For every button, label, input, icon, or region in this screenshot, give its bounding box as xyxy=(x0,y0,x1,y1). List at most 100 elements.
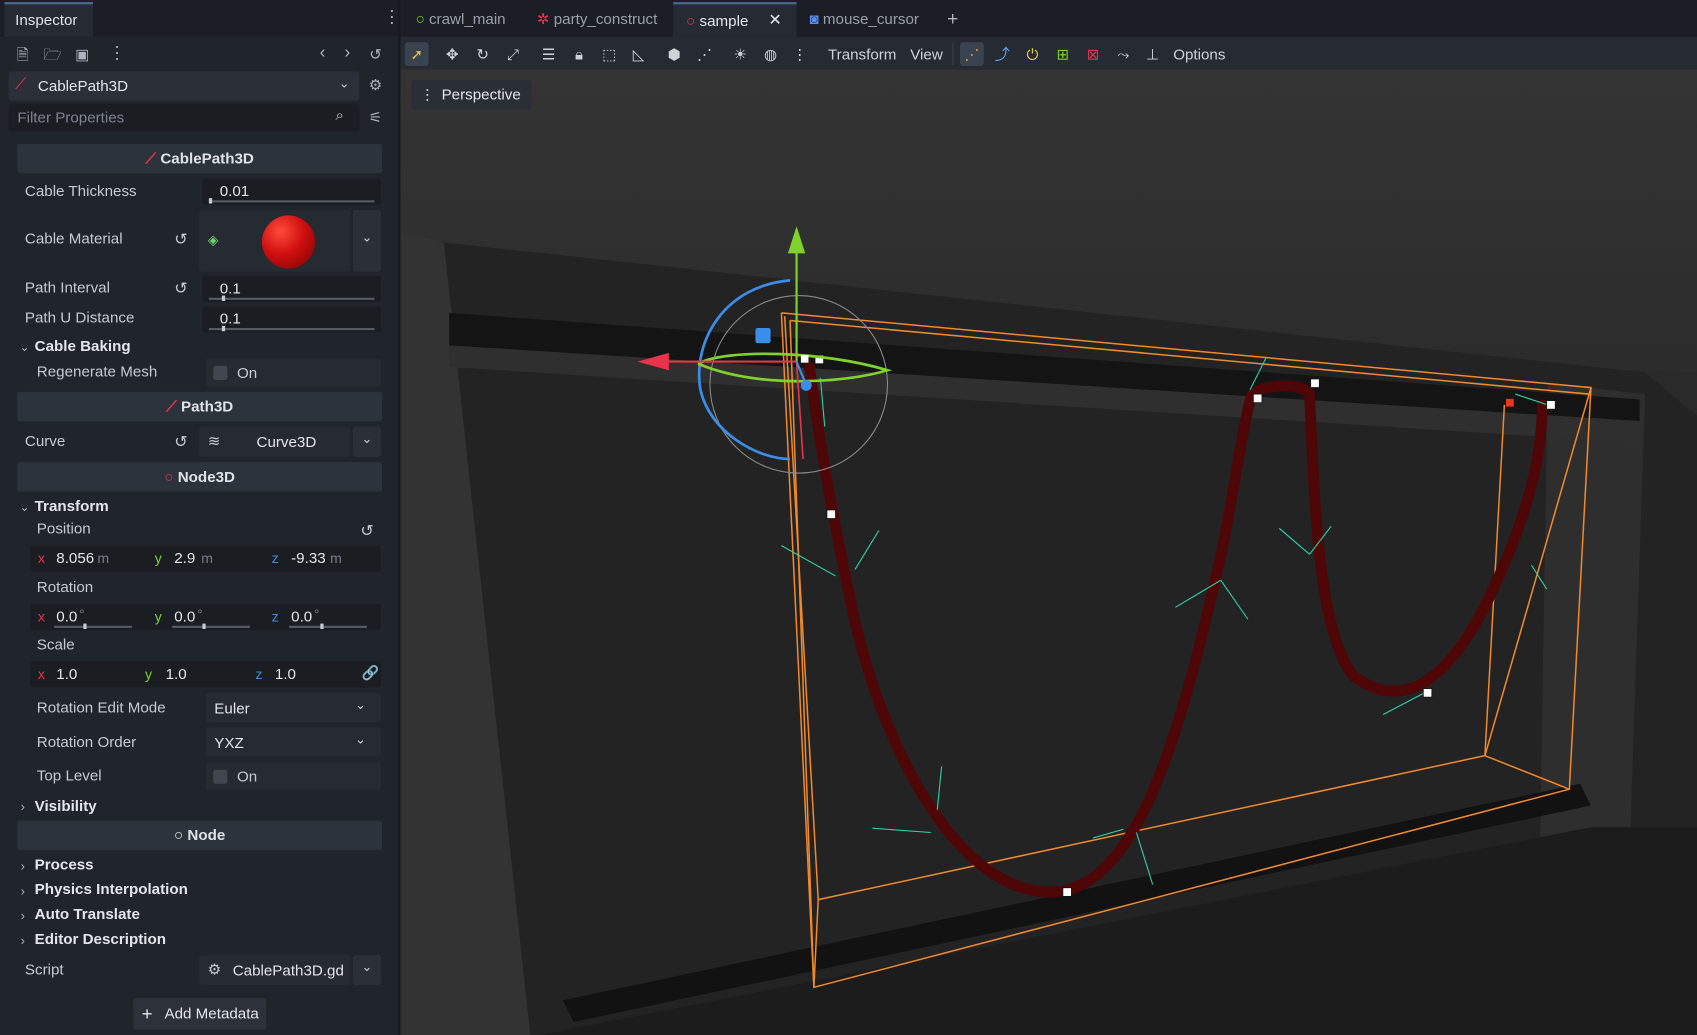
3d-viewport[interactable]: ⋮ Perspective xyxy=(400,69,1697,1035)
close-icon[interactable]: ✕ xyxy=(768,4,782,36)
toolbar-menu-icon[interactable]: ⋮ xyxy=(788,42,812,66)
chevron-right-icon[interactable]: › xyxy=(21,908,25,923)
scene-tab-mouse-cursor[interactable]: ◙ mouse_cursor xyxy=(801,2,931,37)
scale-tool-icon[interactable]: ⤢ xyxy=(501,42,525,66)
curve-point[interactable] xyxy=(1310,378,1320,389)
sun-icon[interactable]: ☀ xyxy=(728,42,752,66)
group-visibility[interactable]: Visibility xyxy=(35,797,97,814)
node-selector-dropdown[interactable]: ⟋ CablePath3D ⌄ xyxy=(8,71,360,101)
rotation-edit-mode-dropdown[interactable]: Euler ⌄ xyxy=(205,692,381,723)
position-y-value[interactable]: 2.9 xyxy=(174,549,195,566)
gizmo-origin-point[interactable] xyxy=(800,355,809,363)
path-interval-field[interactable]: 0.1 xyxy=(202,276,381,303)
delete-point-icon[interactable]: ⊠ xyxy=(1081,42,1105,66)
group-process[interactable]: Process xyxy=(35,855,94,872)
gizmo-z-handle[interactable] xyxy=(800,379,812,391)
scale-x-value[interactable]: 1.0 xyxy=(56,665,77,682)
object-properties-icon[interactable]: ⚙ xyxy=(366,76,385,93)
chevron-right-icon[interactable]: › xyxy=(21,799,25,814)
select-control-points-icon[interactable]: ⤴ xyxy=(990,42,1014,66)
script-resource-button[interactable]: ⚙ CablePath3D.gd xyxy=(199,954,351,986)
rotation-z-value[interactable]: 0.0 xyxy=(291,607,312,624)
position-z-value[interactable]: -9.33 xyxy=(291,549,326,566)
regenerate-mesh-toggle[interactable]: On xyxy=(205,358,381,387)
environment-icon[interactable]: ◍ xyxy=(759,42,783,66)
history-icon[interactable]: ↺ xyxy=(367,45,384,62)
section-node[interactable]: ○ Node xyxy=(17,820,383,850)
slider-grabber[interactable] xyxy=(221,295,226,301)
select-points-icon[interactable]: ⋰ xyxy=(960,42,984,67)
chevron-right-icon[interactable]: › xyxy=(21,933,25,948)
open-folder-icon[interactable]: 🗁 xyxy=(43,45,62,62)
rotation-y-value[interactable]: 0.0 xyxy=(174,607,195,624)
resource-menu-icon[interactable]: ⋮ xyxy=(108,45,125,62)
add-scene-tab-icon[interactable]: + xyxy=(947,2,971,37)
chevron-down-icon[interactable]: ⌄ xyxy=(19,500,29,514)
position-x-value[interactable]: 8.056 xyxy=(56,549,94,566)
section-path3d[interactable]: ⟋ Path3D xyxy=(17,391,383,422)
group-editor-description[interactable]: Editor Description xyxy=(35,930,166,947)
revert-icon[interactable]: ↺ xyxy=(174,230,188,249)
position-vector-field[interactable]: x 8.056 m y 2.9 m z -9.33 m xyxy=(30,545,381,572)
filter-properties-input[interactable]: Filter Properties ⌕ xyxy=(8,103,360,131)
scale-vector-field[interactable]: x 1.0 y 1.0 z 1.0 🔗 xyxy=(30,661,381,688)
list-select-icon[interactable]: ☰ xyxy=(537,42,561,66)
slider-grabber[interactable] xyxy=(221,325,226,332)
transform-menu[interactable]: Transform xyxy=(828,42,896,66)
slider-grabber[interactable] xyxy=(208,198,213,204)
revert-icon[interactable]: ↺ xyxy=(174,432,188,451)
view-menu[interactable]: View xyxy=(910,42,943,66)
curve-dropdown-button[interactable]: ⌄ xyxy=(352,426,381,457)
group-transform[interactable]: Transform xyxy=(35,497,109,514)
add-metadata-button[interactable]: + Add Metadata xyxy=(133,998,267,1030)
chevron-right-icon[interactable]: › xyxy=(21,859,25,874)
history-forward-icon[interactable]: › xyxy=(340,44,355,61)
local-space-icon[interactable]: ⬢ xyxy=(662,42,686,66)
close-curve-icon[interactable]: ⤳ xyxy=(1112,42,1136,66)
snap-icon[interactable]: ⋰ xyxy=(693,42,717,66)
scene-tab-party-construct[interactable]: ✲ party_construct xyxy=(528,2,671,37)
scene-render[interactable] xyxy=(400,69,1697,1035)
path-u-distance-field[interactable]: 0.1 xyxy=(202,306,381,333)
curve-point-selected[interactable] xyxy=(1505,397,1515,408)
curve-resource-button[interactable]: ≋ Curve3D xyxy=(199,426,351,457)
group-icon[interactable]: ⬚ xyxy=(597,42,621,66)
add-point-icon[interactable]: ⏻ xyxy=(1021,42,1045,66)
revert-icon[interactable]: ↺ xyxy=(174,278,188,297)
slider-grabber[interactable] xyxy=(83,623,87,629)
select-tool-icon[interactable]: ➚ xyxy=(404,42,429,67)
cable-thickness-field[interactable]: 0.01 xyxy=(202,178,381,205)
group-auto-translate[interactable]: Auto Translate xyxy=(35,905,140,922)
save-icon[interactable]: ▣ xyxy=(74,45,91,62)
link-icon[interactable]: 🔗 xyxy=(361,665,379,682)
section-node3d[interactable]: ○ Node3D xyxy=(17,462,383,492)
rotation-vector-field[interactable]: x 0.0 ° y 0.0 ° z 0.0 ° xyxy=(30,604,381,631)
cable-thickness-slider[interactable] xyxy=(208,200,375,203)
scene-tab-sample[interactable]: ○ sample ✕ xyxy=(673,2,797,37)
top-level-toggle[interactable]: On xyxy=(205,762,381,791)
perspective-menu-button[interactable]: ⋮ Perspective xyxy=(411,80,532,110)
curve-point[interactable] xyxy=(1062,887,1072,897)
rotation-order-dropdown[interactable]: YXZ ⌄ xyxy=(205,727,381,757)
lock-icon[interactable]: 🔒︎ xyxy=(567,42,591,66)
chevron-down-icon[interactable]: ⌄ xyxy=(19,340,29,354)
revert-icon[interactable]: ↺ xyxy=(360,521,374,540)
tab-inspector[interactable]: Inspector xyxy=(4,2,94,37)
curve-point[interactable] xyxy=(1252,393,1263,404)
material-preview[interactable]: ◈ xyxy=(199,210,351,272)
scale-z-value[interactable]: 1.0 xyxy=(275,665,296,682)
section-cablepath3d[interactable]: ⟋ CablePath3D xyxy=(17,143,383,174)
scale-y-value[interactable]: 1.0 xyxy=(166,665,187,682)
ruler-icon[interactable]: ◺ xyxy=(627,42,651,66)
chevron-right-icon[interactable]: › xyxy=(21,883,25,898)
material-dropdown-button[interactable]: ⌄ xyxy=(352,210,381,272)
curve-point[interactable] xyxy=(1546,400,1556,410)
script-dropdown-button[interactable]: ⌄ xyxy=(352,954,381,986)
rotation-y-slider[interactable] xyxy=(172,625,251,628)
rotation-x-value[interactable]: 0.0 xyxy=(56,607,77,624)
new-resource-icon[interactable]: 🗎 xyxy=(14,45,31,62)
scene-tab-crawl-main[interactable]: ○ crawl_main xyxy=(407,2,526,37)
add-point-plus-icon[interactable]: ⊞ xyxy=(1051,42,1075,66)
rotation-x-slider[interactable] xyxy=(54,625,133,628)
filter-options-icon[interactable]: ⚟ xyxy=(367,108,384,125)
